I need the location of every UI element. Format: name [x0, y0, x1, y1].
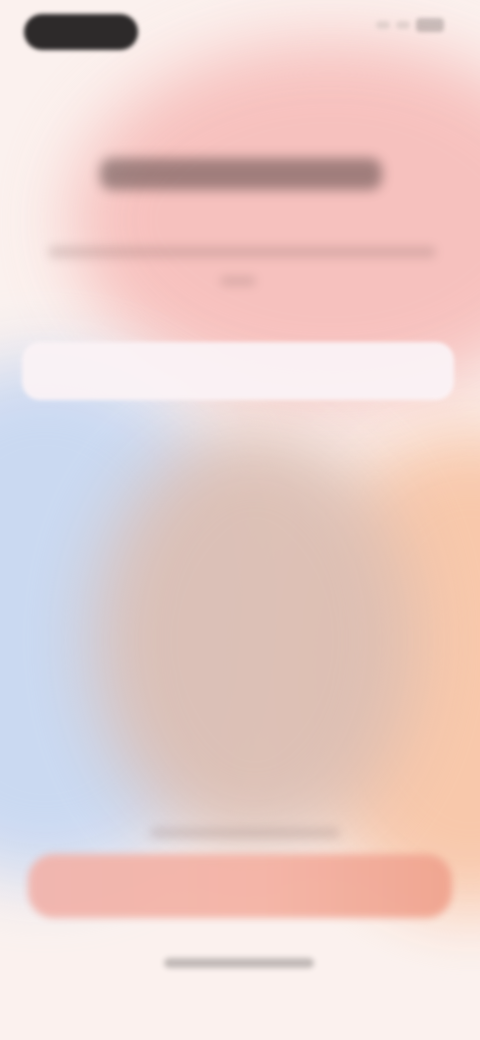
signal-icon: [376, 21, 390, 29]
search-input[interactable]: [22, 342, 454, 400]
primary-cta-label: [28, 854, 452, 918]
home-indicator[interactable]: [164, 958, 314, 968]
primary-cta-button[interactable]: [28, 854, 452, 918]
status-bar: [0, 0, 480, 66]
page-title: [100, 158, 382, 190]
helper-text-line: [150, 828, 340, 838]
page-title-blur: [100, 158, 382, 190]
wifi-icon: [396, 21, 410, 29]
time-label: [24, 14, 138, 50]
app-screen: [0, 0, 480, 1040]
background-blob-mauve: [95, 430, 415, 850]
page-subtitle-line-1: [48, 246, 436, 258]
page-subtitle-line-1-blur: [48, 246, 436, 258]
helper-text-line-blur: [150, 828, 340, 838]
page-subtitle-line-2-blur: [220, 276, 256, 286]
time-pill: [24, 14, 138, 50]
battery-icon: [416, 18, 444, 32]
status-icons: [376, 18, 444, 32]
page-subtitle-line-2: [220, 276, 256, 286]
